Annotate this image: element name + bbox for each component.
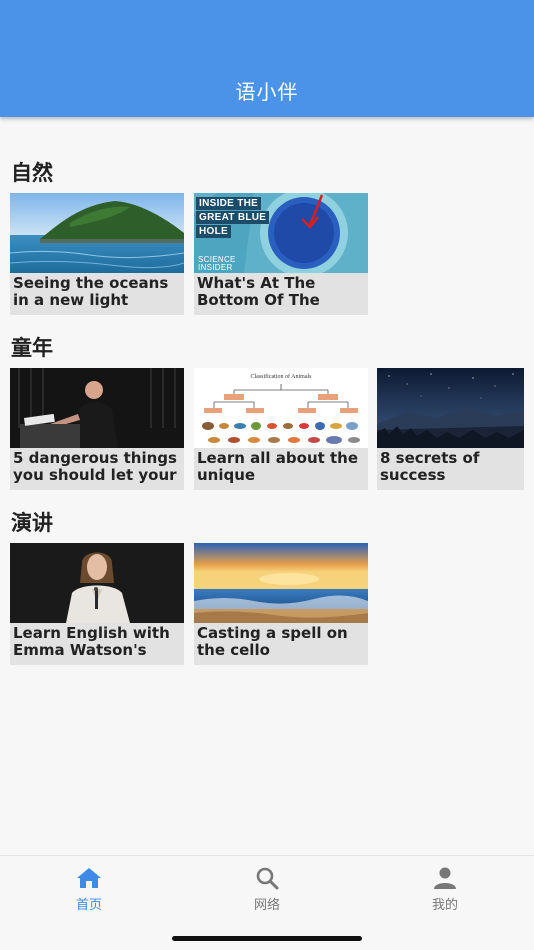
video-card[interactable]: Casting a spell on the cello [194, 543, 368, 665]
video-title: 8 secrets of success [380, 450, 480, 484]
section-title-speech: 演讲 [11, 511, 53, 535]
video-title: Casting a spell on the cello [197, 625, 348, 659]
tab-home[interactable]: 首页 [49, 866, 129, 913]
video-card[interactable]: INSIDE THE GREAT BLUE HOLE SCIENCE INSID… [194, 193, 368, 315]
section-title-nature: 自然 [11, 161, 53, 185]
video-card[interactable]: 8 secrets of success [377, 368, 524, 490]
home-indicator[interactable] [172, 936, 362, 941]
home-icon [77, 868, 101, 888]
tab-label: 首页 [75, 898, 102, 913]
main-content[interactable]: 自然 Seeing the oceans in a new light INSI… [0, 117, 534, 855]
search-icon [256, 867, 279, 890]
animal-classification-image: Classification of Animals [194, 368, 368, 448]
video-card[interactable]: Classification of Animals Learn all abou… [194, 368, 368, 490]
tab-profile[interactable]: 我的 [405, 866, 485, 913]
person-icon [434, 867, 456, 889]
video-card[interactable]: Seeing the oceans in a new light [10, 193, 184, 315]
video-card[interactable]: Learn English with Emma Watson's [10, 543, 184, 665]
video-title: Learn all about the unique [197, 450, 359, 484]
thumb-caption: Classification of Animals [250, 374, 312, 380]
speaker-podium-image [10, 368, 184, 448]
video-title: Seeing the oceans in a new light [13, 275, 169, 309]
app-title: 语小伴 [235, 80, 299, 104]
brand-logo-text: INSIDER [198, 263, 233, 272]
tab-label: 我的 [431, 898, 458, 913]
island-ocean-image [10, 193, 184, 273]
video-title: Learn English with Emma Watson's [13, 625, 170, 659]
video-title: 5 dangerous things you should let your [13, 450, 177, 484]
sunset-beach-image [194, 543, 368, 623]
app-header: 语小伴 [0, 0, 534, 117]
thumb-overlay-text: HOLE [196, 225, 231, 238]
thumb-overlay-text: GREAT BLUE [196, 211, 270, 224]
section-title-childhood: 童年 [11, 336, 53, 360]
video-title: What's At The Bottom Of The [197, 275, 320, 309]
night-sky-mountains-image [377, 368, 524, 448]
blue-hole-image: INSIDE THE GREAT BLUE HOLE SCIENCE INSID… [194, 193, 368, 273]
app-screen: 语小伴 自然 Seeing the oceans in a new light … [0, 0, 534, 950]
video-card[interactable]: 5 dangerous things you should let your [10, 368, 184, 490]
tab-network[interactable]: 网络 [227, 866, 307, 913]
tab-label: 网络 [253, 898, 280, 913]
emma-watson-speech-image [10, 543, 184, 623]
thumb-overlay-text: INSIDE THE [196, 197, 262, 210]
